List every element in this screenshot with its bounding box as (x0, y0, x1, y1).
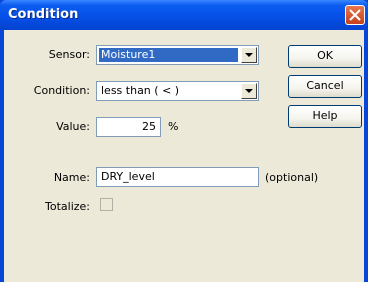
chevron-down-icon (245, 53, 253, 57)
condition-label: Condition: (33, 84, 90, 97)
ok-button[interactable]: OK (288, 45, 362, 68)
title-bar[interactable]: Condition (0, 0, 368, 30)
close-icon (349, 9, 361, 21)
name-input[interactable]: DRY_level (96, 167, 259, 187)
cancel-button[interactable]: Cancel (288, 75, 362, 98)
totalize-label: Totalize: (45, 200, 90, 213)
condition-dropdown-button[interactable] (241, 83, 257, 99)
name-label: Name: (53, 171, 90, 184)
sensor-label: Sensor: (48, 48, 90, 61)
condition-dialog: Condition Sensor: Moisture1 Condition: l… (0, 0, 368, 282)
chevron-down-icon (245, 89, 253, 93)
name-optional-hint: (optional) (265, 171, 319, 184)
condition-select[interactable]: less than ( < ) (96, 81, 259, 101)
value-input[interactable]: 25 (96, 117, 161, 137)
value-unit: % (168, 120, 179, 133)
dialog-body: Sensor: Moisture1 Condition: less than (… (4, 30, 364, 282)
value-label: Value: (56, 120, 90, 133)
sensor-selected-value: Moisture1 (99, 48, 238, 62)
totalize-checkbox[interactable] (100, 198, 113, 211)
help-button[interactable]: Help (288, 105, 362, 128)
sensor-dropdown-button[interactable] (241, 47, 257, 63)
window-title: Condition (8, 7, 79, 22)
sensor-select[interactable]: Moisture1 (96, 45, 259, 65)
close-button[interactable] (345, 5, 365, 25)
condition-selected-value: less than ( < ) (101, 84, 180, 97)
